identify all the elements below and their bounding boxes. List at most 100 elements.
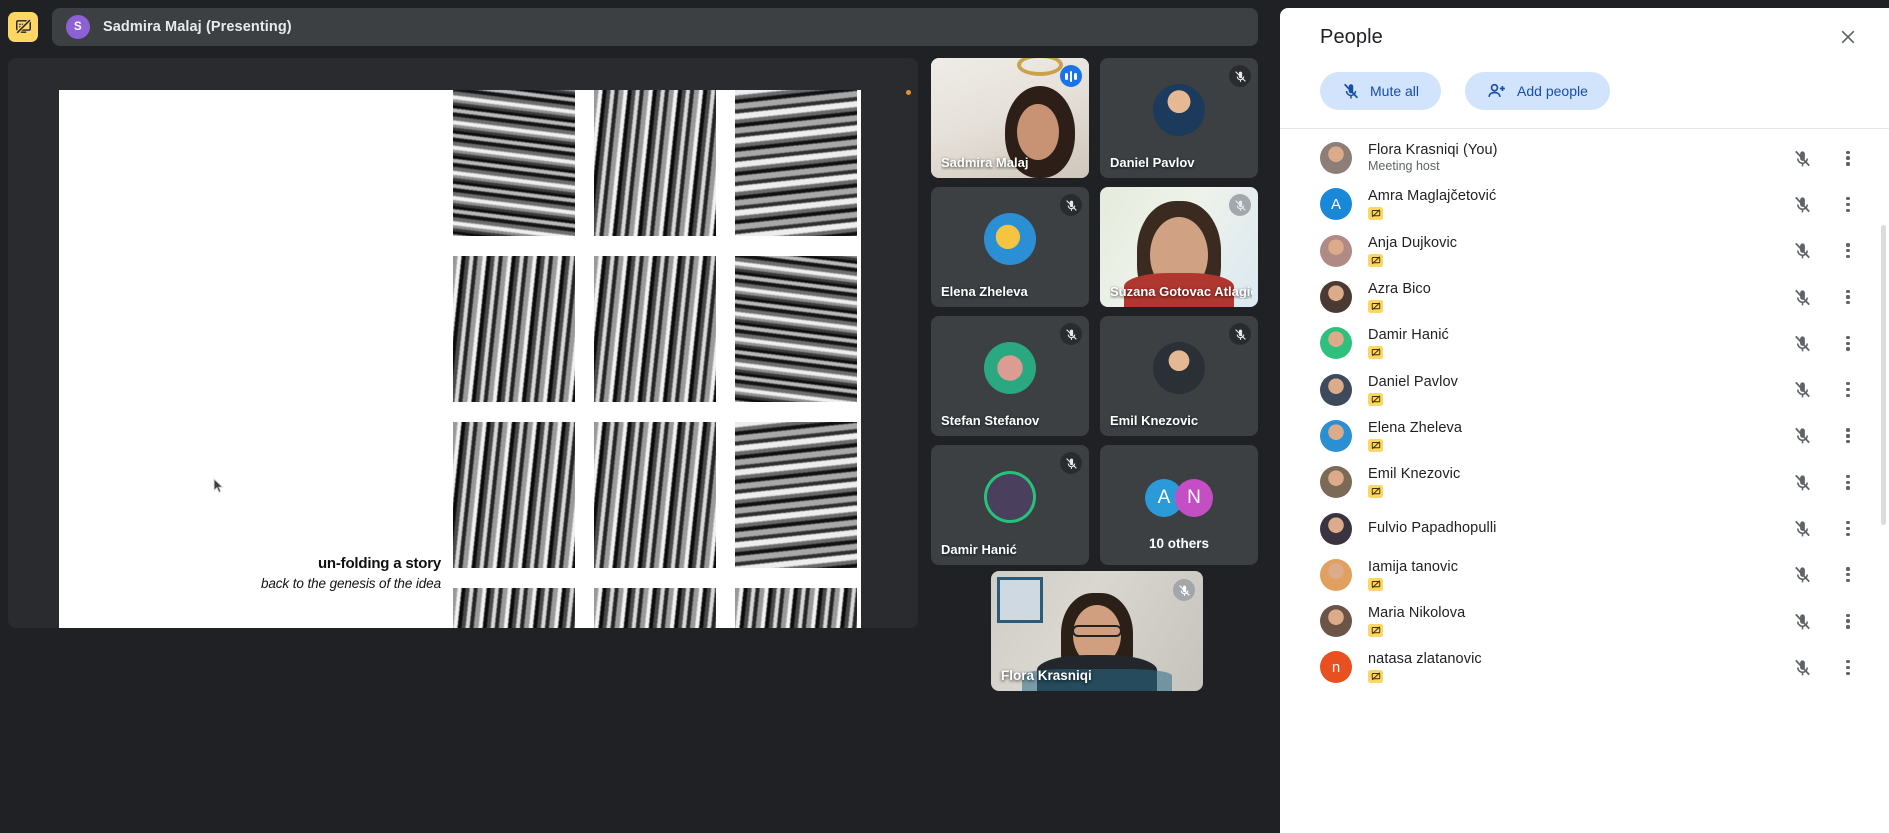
self-view-tile[interactable]: Flora Krasniqi — [991, 571, 1203, 691]
participant-more-options-button[interactable] — [1833, 514, 1863, 544]
participant-row[interactable]: Iamija tanovic — [1280, 552, 1889, 598]
participant-row[interactable]: Azra Bico — [1280, 274, 1889, 320]
participant-row[interactable]: Maria Nikolova — [1280, 598, 1889, 644]
stop-presenting-button[interactable] — [8, 11, 38, 42]
tile-suzana-gotovac-atlagic[interactable]: Suzana Gotovac Atlagic — [1100, 187, 1258, 307]
participant-mic-off-icon[interactable] — [1787, 514, 1817, 544]
participant-row[interactable]: Daniel Pavlov — [1280, 366, 1889, 412]
avatar — [1153, 84, 1205, 136]
participant-mic-off-icon[interactable] — [1787, 189, 1817, 219]
participants-scrollbar[interactable] — [1881, 225, 1886, 525]
participant-mic-off-icon[interactable] — [1787, 606, 1817, 636]
close-icon — [1841, 30, 1855, 44]
recording-indicator-dot — [906, 90, 911, 95]
presentation-off-badge-icon — [1368, 207, 1383, 221]
slide-image — [453, 588, 575, 628]
participant-row[interactable]: Elena Zheleva — [1280, 413, 1889, 459]
mouse-cursor-icon — [213, 478, 224, 493]
participant-mic-off-icon[interactable] — [1787, 282, 1817, 312]
presentation-off-badge-icon — [1368, 392, 1383, 406]
avatar — [984, 342, 1036, 394]
participant-avatar — [1320, 142, 1352, 175]
participant-more-options-button[interactable] — [1833, 189, 1863, 219]
tile-sadmira-malaj[interactable]: Sadmira Malaj — [931, 58, 1089, 178]
add-people-label: Add people — [1517, 83, 1588, 99]
mute-all-button[interactable]: Mute all — [1320, 72, 1442, 110]
tile-name: Damir Hanić — [941, 542, 1017, 557]
participant-more-options-button[interactable] — [1833, 421, 1863, 451]
close-panel-button[interactable] — [1831, 20, 1865, 54]
participant-more-options-button[interactable] — [1833, 560, 1863, 590]
participant-name: Flora Krasniqi (You) — [1368, 142, 1498, 159]
avatar — [984, 471, 1036, 523]
participant-mic-off-icon[interactable] — [1787, 143, 1817, 173]
mute-all-label: Mute all — [1370, 83, 1420, 99]
participant-info: Daniel Pavlov — [1368, 374, 1771, 406]
tile-daniel-pavlov[interactable]: Daniel Pavlov — [1100, 58, 1258, 178]
slide-image — [735, 588, 857, 628]
slide-title: un-folding a story — [317, 555, 441, 572]
more-vert-icon — [1846, 521, 1850, 536]
participant-name: Iamija tanovic — [1368, 558, 1459, 575]
participant-mic-off-icon[interactable] — [1787, 328, 1817, 358]
more-vert-icon — [1846, 335, 1850, 351]
tile-other-participants[interactable]: A N 10 others — [1100, 445, 1258, 565]
participant-info: Iamija tanovic — [1368, 559, 1771, 591]
more-vert-icon — [1846, 474, 1850, 490]
participant-info: natasa zlatanovic — [1368, 651, 1771, 684]
participant-mic-off-icon[interactable] — [1787, 467, 1817, 497]
participant-more-options-button[interactable] — [1833, 282, 1863, 312]
participant-mic-off-icon[interactable] — [1787, 421, 1817, 451]
tile-emil-knezovic[interactable]: Emil Knezovic — [1100, 316, 1258, 436]
participant-row[interactable]: n natasa zlatanovic — [1280, 644, 1889, 690]
tile-stefan-stefanov[interactable]: Stefan Stefanov — [931, 316, 1089, 436]
participant-row[interactable]: Damir Hanić — [1280, 320, 1889, 366]
presentation-off-badge-icon — [1368, 253, 1383, 267]
participant-more-options-button[interactable] — [1833, 328, 1863, 358]
presentation-off-badge-icon — [1368, 300, 1383, 314]
shared-screen-stage[interactable]: un-folding a story back to the genesis o… — [8, 58, 918, 628]
slide-image — [735, 256, 857, 402]
participant-row[interactable]: Fulvio Papadhopulli — [1280, 505, 1889, 551]
mic-off-icon — [1060, 194, 1082, 216]
participant-avatar — [1320, 466, 1352, 499]
slide-image — [594, 90, 716, 236]
participant-more-options-button[interactable] — [1833, 236, 1863, 266]
participant-more-options-button[interactable] — [1833, 143, 1863, 173]
stop-presenting-icon — [15, 18, 31, 35]
participant-info: Anja Dujkovic — [1368, 235, 1771, 267]
add-person-icon — [1488, 83, 1505, 97]
mic-off-icon — [1229, 194, 1251, 216]
overflow-avatars: A N — [1145, 479, 1213, 517]
participant-more-options-button[interactable] — [1833, 652, 1863, 682]
participant-more-options-button[interactable] — [1833, 606, 1863, 636]
tile-elena-zheleva[interactable]: Elena Zheleva — [931, 187, 1089, 307]
presenting-banner: S Sadmira Malaj (Presenting) — [52, 7, 1258, 46]
participant-mic-off-icon[interactable] — [1787, 236, 1817, 266]
tile-name: Stefan Stefanov — [941, 413, 1040, 428]
participant-name: Anja Dujkovic — [1368, 234, 1458, 251]
participant-avatar — [1320, 605, 1352, 638]
tile-name: Daniel Pavlov — [1110, 155, 1195, 170]
participant-more-options-button[interactable] — [1833, 467, 1863, 497]
participant-info: Fulvio Papadhopulli — [1368, 520, 1771, 537]
tile-damir-hanic[interactable]: Damir Hanić — [931, 445, 1089, 565]
participant-avatar — [1320, 234, 1352, 267]
participant-row[interactable]: Emil Knezovic — [1280, 459, 1889, 505]
participant-info: Emil Knezovic — [1368, 466, 1771, 499]
participant-mic-off-icon[interactable] — [1787, 652, 1817, 682]
participant-more-options-button[interactable] — [1833, 375, 1863, 405]
participant-row[interactable]: Anja Dujkovic — [1280, 228, 1889, 274]
participant-mic-off-icon[interactable] — [1787, 375, 1817, 405]
more-vert-icon — [1846, 613, 1850, 629]
participant-row[interactable]: A Amra Maglajčetović — [1280, 181, 1889, 227]
participant-avatar — [1320, 512, 1352, 545]
slide-image-grid — [453, 90, 861, 628]
participant-name: Amra Maglajčetović — [1368, 188, 1497, 205]
participant-row[interactable]: Flora Krasniqi (You) Meeting host — [1280, 135, 1889, 181]
meet-app-window: S Sadmira Malaj (Presenting) un-folding … — [0, 0, 1889, 833]
add-people-button[interactable]: Add people — [1465, 72, 1610, 110]
more-vert-icon — [1846, 659, 1850, 675]
participants-list[interactable]: Flora Krasniqi (You) Meeting host A Amra Ma… — [1280, 129, 1889, 833]
participant-mic-off-icon[interactable] — [1787, 560, 1817, 590]
